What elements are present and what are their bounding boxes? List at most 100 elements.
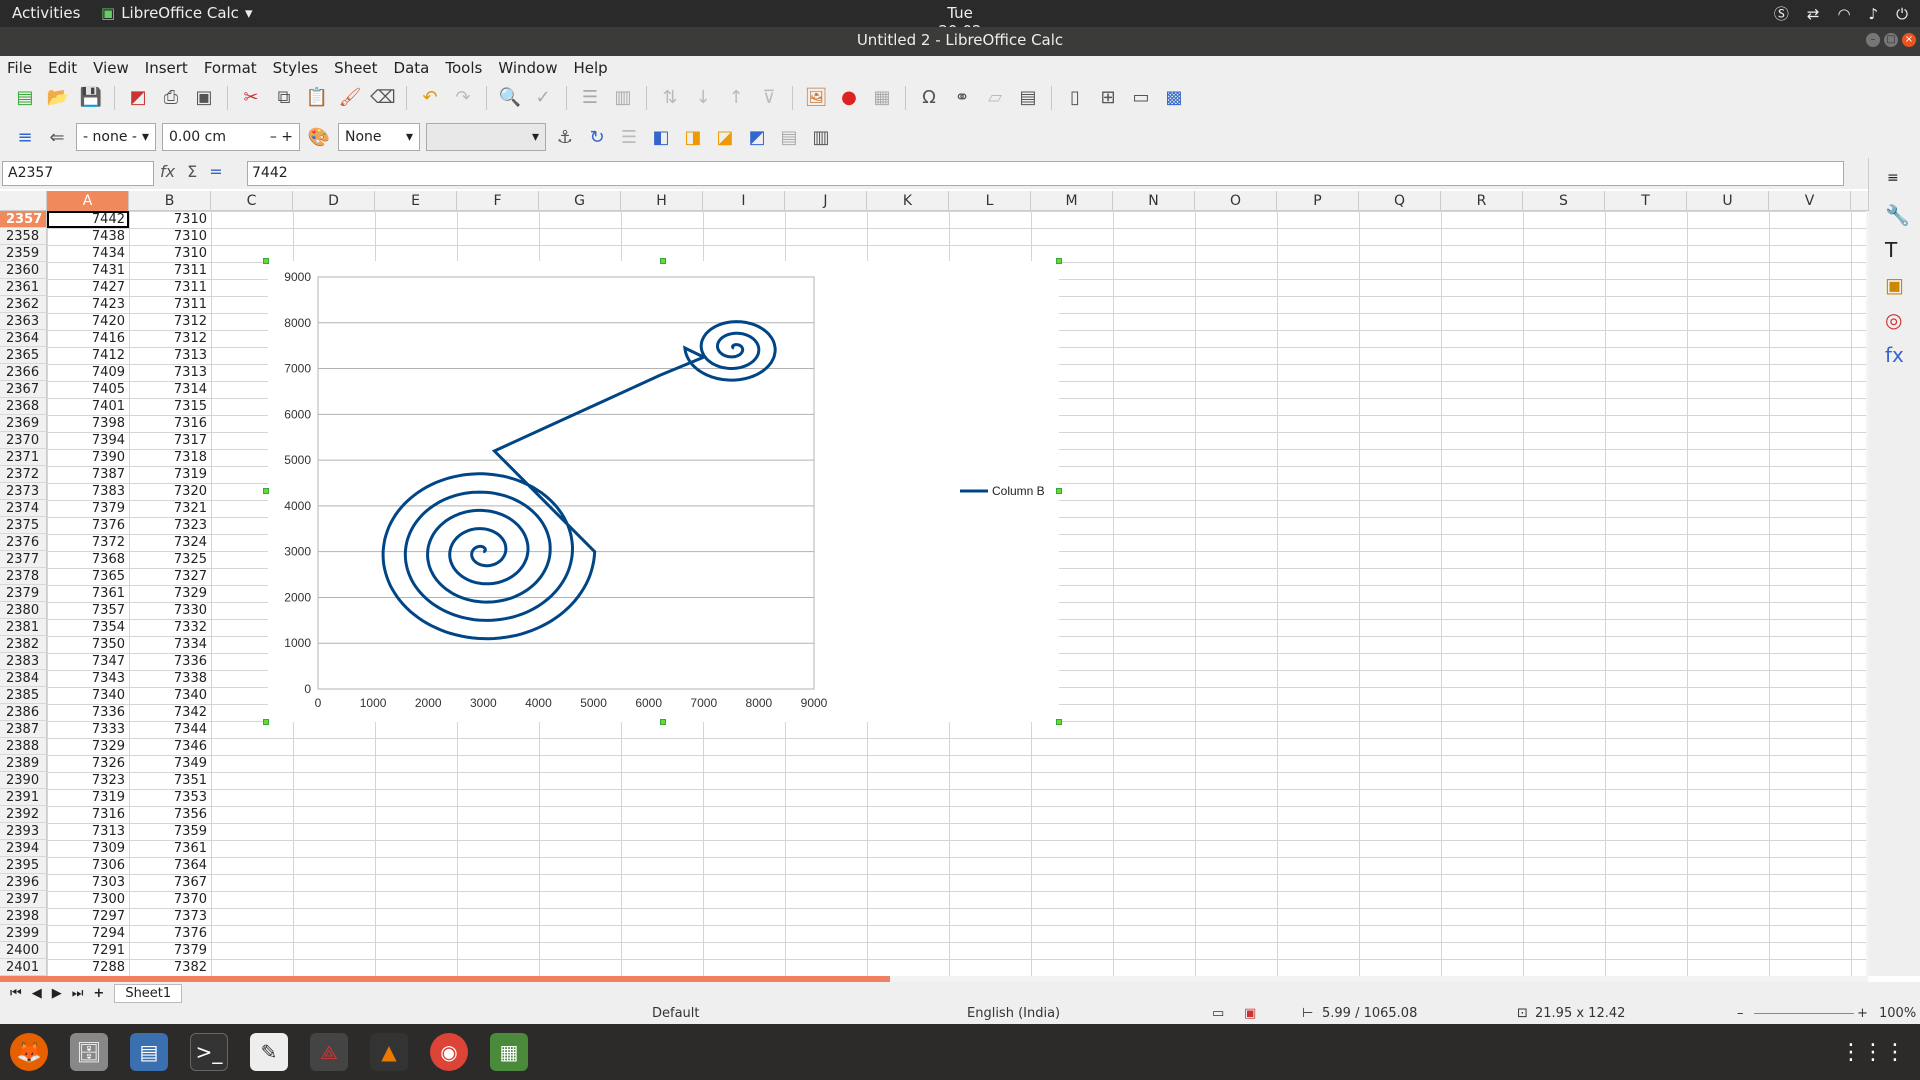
row-header[interactable]: 2396 <box>0 874 46 891</box>
row-header[interactable]: 2363 <box>0 313 46 330</box>
gallery-icon[interactable]: ▣ <box>1885 273 1904 297</box>
row-header[interactable]: 2361 <box>0 279 46 296</box>
column-header-b[interactable]: B <box>129 191 211 211</box>
row-header[interactable]: 2375 <box>0 517 46 534</box>
cell-a2367[interactable]: 7405 <box>47 381 129 398</box>
row-header[interactable]: 2382 <box>0 636 46 653</box>
cell-b2357[interactable]: 7310 <box>129 211 211 228</box>
clone-formatting-icon[interactable]: 🖌 <box>337 85 363 111</box>
column-header-p[interactable]: P <box>1277 191 1359 211</box>
cell-b2375[interactable]: 7323 <box>129 517 211 534</box>
cell-a2366[interactable]: 7409 <box>47 364 129 381</box>
cell-b2363[interactable]: 7312 <box>129 313 211 330</box>
forward-one-icon[interactable]: ◨ <box>680 124 706 150</box>
row-header[interactable]: 2385 <box>0 687 46 704</box>
row-header[interactable]: 2397 <box>0 891 46 908</box>
maximize-button[interactable]: □ <box>1884 33 1898 47</box>
cell-a2375[interactable]: 7376 <box>47 517 129 534</box>
cell-b2367[interactable]: 7314 <box>129 381 211 398</box>
cell-a2388[interactable]: 7329 <box>47 738 129 755</box>
cell-b2359[interactable]: 7310 <box>129 245 211 262</box>
row-header[interactable]: 2380 <box>0 602 46 619</box>
cell-a2373[interactable]: 7383 <box>47 483 129 500</box>
cell-b2389[interactable]: 7349 <box>129 755 211 772</box>
row-header[interactable]: 2376 <box>0 534 46 551</box>
column-header-k[interactable]: K <box>867 191 949 211</box>
row-header[interactable]: 2373 <box>0 483 46 500</box>
cell-b2386[interactable]: 7342 <box>129 704 211 721</box>
cell-b2394[interactable]: 7361 <box>129 840 211 857</box>
menu-styles[interactable]: Styles <box>273 59 319 77</box>
page-style[interactable]: Default <box>652 1006 700 1021</box>
cell-b2388[interactable]: 7346 <box>129 738 211 755</box>
power-icon[interactable]: ⏻ <box>1896 5 1908 23</box>
to-background-icon[interactable]: ▥ <box>808 124 834 150</box>
row-header[interactable]: 2370 <box>0 432 46 449</box>
cell-a2383[interactable]: 7347 <box>47 653 129 670</box>
first-sheet-icon[interactable]: ⏮ <box>10 986 22 1001</box>
writer-icon[interactable]: ▤ <box>130 1033 168 1071</box>
cell-a2363[interactable]: 7420 <box>47 313 129 330</box>
row-header[interactable]: 2386 <box>0 704 46 721</box>
cell-b2373[interactable]: 7320 <box>129 483 211 500</box>
undo-icon[interactable]: ↶ <box>417 85 443 111</box>
chart-icon[interactable]: ● <box>836 85 862 111</box>
save-status-icon[interactable]: ▣ <box>1244 1006 1256 1021</box>
cell-a2379[interactable]: 7361 <box>47 585 129 602</box>
cell-a2395[interactable]: 7306 <box>47 857 129 874</box>
cell-b2392[interactable]: 7356 <box>129 806 211 823</box>
special-character-icon[interactable]: Ω <box>916 85 942 111</box>
resize-handle[interactable] <box>1056 719 1062 725</box>
cell-a2386[interactable]: 7336 <box>47 704 129 721</box>
sum-icon[interactable]: Σ <box>187 162 197 181</box>
define-print-area-icon[interactable]: ▯ <box>1062 85 1088 111</box>
column-header-d[interactable]: D <box>293 191 375 211</box>
column-header-i[interactable]: I <box>703 191 785 211</box>
column-header-v[interactable]: V <box>1769 191 1851 211</box>
wifi-icon[interactable]: ◠ <box>1837 5 1850 23</box>
cell-a2393[interactable]: 7313 <box>47 823 129 840</box>
cell-a2394[interactable]: 7309 <box>47 840 129 857</box>
column-header-f[interactable]: F <box>457 191 539 211</box>
cell-b2372[interactable]: 7319 <box>129 466 211 483</box>
line-icon[interactable]: ≡ <box>12 124 38 150</box>
area-fill-select[interactable]: ▾ <box>426 123 546 151</box>
show-apps-icon[interactable]: ⋮⋮⋮ <box>1840 1040 1906 1065</box>
cell-b2380[interactable]: 7330 <box>129 602 211 619</box>
column-header-e[interactable]: E <box>375 191 457 211</box>
cell-a2391[interactable]: 7319 <box>47 789 129 806</box>
sort-ascending-icon[interactable]: ↑ <box>723 85 749 111</box>
image-icon[interactable]: 🖼 <box>803 85 829 111</box>
cell-b2383[interactable]: 7336 <box>129 653 211 670</box>
cell-b2365[interactable]: 7313 <box>129 347 211 364</box>
cell-b2398[interactable]: 7373 <box>129 908 211 925</box>
text-editor-icon[interactable]: ✎ <box>250 1033 288 1071</box>
anchor-icon[interactable]: ⚓ <box>552 124 578 150</box>
row-header[interactable]: 2387 <box>0 721 46 738</box>
menu-sheet[interactable]: Sheet <box>334 59 377 77</box>
row-header[interactable]: 2379 <box>0 585 46 602</box>
column-header-a[interactable]: A <box>47 191 129 211</box>
cell-b2369[interactable]: 7316 <box>129 415 211 432</box>
cell-b2385[interactable]: 7340 <box>129 687 211 704</box>
cell-b2393[interactable]: 7359 <box>129 823 211 840</box>
hyperlink-icon[interactable]: ⚭ <box>949 85 975 111</box>
menu-insert[interactable]: Insert <box>145 59 188 77</box>
cell-b2371[interactable]: 7318 <box>129 449 211 466</box>
column-header-o[interactable]: O <box>1195 191 1277 211</box>
clear-formatting-icon[interactable]: ⌫ <box>370 85 396 111</box>
row-header[interactable]: 2366 <box>0 364 46 381</box>
name-box[interactable]: A2357 <box>2 161 154 186</box>
cell-a2357[interactable]: 7442 <box>47 211 129 228</box>
print-icon[interactable]: ⎙ <box>158 85 184 111</box>
last-sheet-icon[interactable]: ⏭ <box>72 986 84 1001</box>
zoom-out-icon[interactable]: – <box>1737 1006 1744 1021</box>
rotate-icon[interactable]: ↻ <box>584 124 610 150</box>
column-header-u[interactable]: U <box>1687 191 1769 211</box>
row-header[interactable]: 2365 <box>0 347 46 364</box>
comment-icon[interactable]: ▱ <box>982 85 1008 111</box>
terminal-icon[interactable]: >_ <box>190 1033 228 1071</box>
calc-icon[interactable]: ▦ <box>490 1033 528 1071</box>
column-header-n[interactable]: N <box>1113 191 1195 211</box>
paste-icon[interactable]: 📋 <box>304 85 330 111</box>
